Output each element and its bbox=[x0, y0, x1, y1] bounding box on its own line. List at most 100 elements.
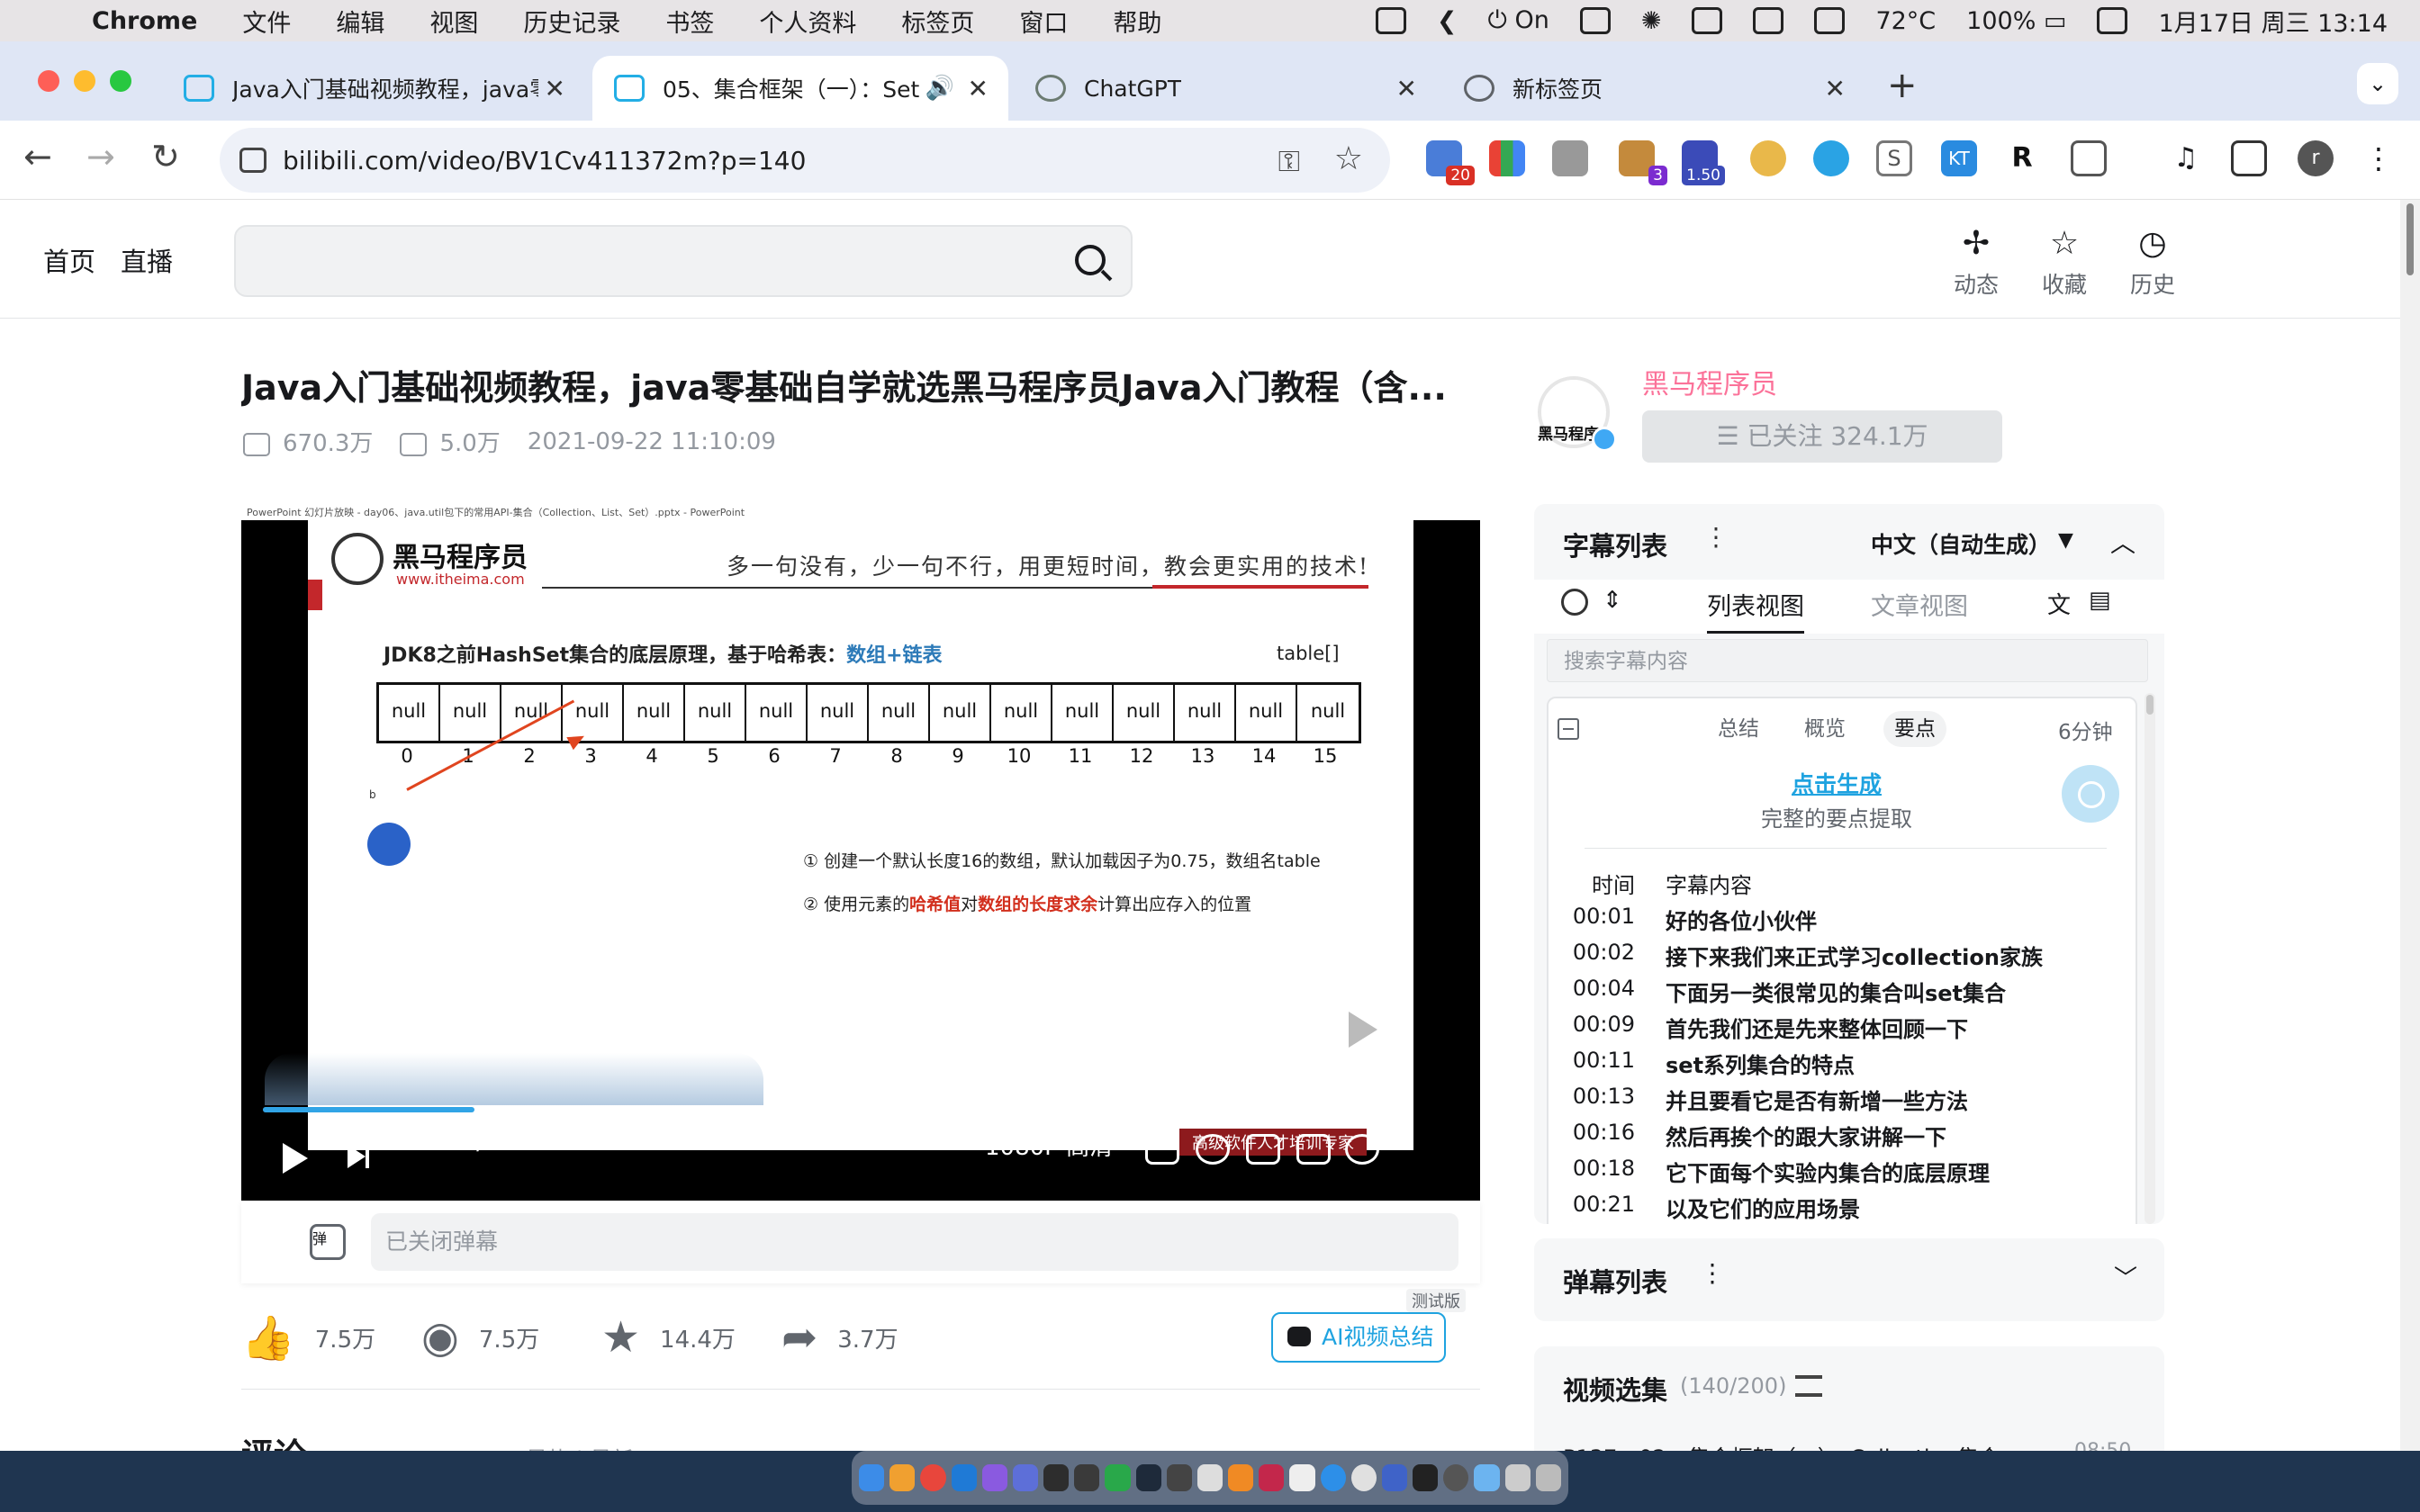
menu-app-name[interactable]: Chrome bbox=[92, 7, 197, 35]
align-icon[interactable]: ⇕ bbox=[1603, 587, 1622, 614]
tab-chatgpt[interactable]: ChatGPT ✕ bbox=[1014, 56, 1437, 121]
clock-icon[interactable] bbox=[1350, 1464, 1377, 1491]
subtitle-row[interactable]: 00:13 并且要看它是否有新增一些方法 bbox=[1549, 1084, 2125, 1115]
chrome-menu-icon[interactable]: ⋮ bbox=[2361, 140, 2397, 176]
translate-icon[interactable]: 文 bbox=[2047, 587, 2071, 620]
video-player[interactable]: PowerPoint 幻灯片放映 - day06、java.util包下的常用A… bbox=[241, 502, 1480, 1201]
collapse-box-icon[interactable] bbox=[1558, 718, 1579, 740]
close-icon[interactable]: ✕ bbox=[1825, 74, 1846, 104]
tab-list-view[interactable]: 列表视图 bbox=[1707, 587, 1804, 634]
header-favorites[interactable]: ☆ 收藏 bbox=[2024, 225, 2105, 300]
settings-gear-icon[interactable] bbox=[1196, 1134, 1230, 1165]
subtitle-row[interactable]: 00:09 首先我们还是先来整体回顾一下 bbox=[1549, 1012, 2125, 1043]
window-minimize-button[interactable] bbox=[74, 70, 95, 92]
launchpad-icon[interactable] bbox=[889, 1464, 916, 1491]
app-icon[interactable] bbox=[1381, 1464, 1408, 1491]
subtitle-row[interactable]: 00:21 以及它们的应用场景 bbox=[1549, 1192, 2125, 1223]
favorite-button[interactable]: ★ 14.4万 bbox=[601, 1312, 736, 1363]
subtitle-row[interactable]: 00:01 好的各位小伙伴 bbox=[1549, 904, 2125, 935]
caret-down-icon[interactable]: ▼ bbox=[2058, 529, 2073, 552]
page-scroll-thumb[interactable] bbox=[2406, 203, 2414, 275]
tab-search-button[interactable]: ⌄ bbox=[2357, 63, 2398, 104]
app-icon[interactable] bbox=[1320, 1464, 1346, 1491]
reload-button[interactable]: ↻ bbox=[151, 137, 180, 176]
widescreen-icon[interactable] bbox=[1246, 1134, 1280, 1165]
segment-points[interactable]: 要点 bbox=[1883, 711, 1946, 747]
telegram-icon[interactable] bbox=[1813, 140, 1849, 176]
download-icon[interactable] bbox=[1552, 140, 1588, 176]
quality-button[interactable]: 1080P 高清 bbox=[985, 1129, 1113, 1162]
control-center-icon[interactable] bbox=[2097, 7, 2128, 34]
list-icon[interactable] bbox=[1795, 1375, 1822, 1397]
app-icon[interactable] bbox=[1228, 1464, 1254, 1491]
folder-icon[interactable] bbox=[1474, 1464, 1500, 1491]
episode-item[interactable]: P137 - 02、集合框架（一）：Collection集合... bbox=[1563, 1440, 2020, 1451]
app-icon[interactable] bbox=[1043, 1464, 1070, 1491]
like-button[interactable]: 👍 7.5万 bbox=[241, 1312, 375, 1364]
chevron-up-icon[interactable]: ︿ bbox=[2110, 524, 2136, 560]
window-zoom-button[interactable] bbox=[110, 70, 131, 92]
bookmark-star-icon[interactable]: ☆ bbox=[1334, 140, 1363, 177]
share-button[interactable]: ➦ 3.7万 bbox=[781, 1312, 898, 1363]
app-icon[interactable] bbox=[1504, 1464, 1531, 1491]
follow-button[interactable]: ☰ 已关注 324.1万 bbox=[1642, 410, 2002, 463]
danmaku-list-panel[interactable]: 弹幕列表 ⋮ ﹀ bbox=[1534, 1238, 2164, 1321]
window-close-button[interactable] bbox=[38, 70, 59, 92]
close-icon[interactable]: ✕ bbox=[968, 74, 989, 104]
locate-icon[interactable] bbox=[1561, 589, 1588, 616]
tab-set-collection[interactable]: 05、集合框架（一）：Set 🔊 ✕ bbox=[592, 56, 1008, 121]
close-icon[interactable]: ✕ bbox=[1396, 74, 1417, 104]
paused-play-icon[interactable] bbox=[1309, 988, 1406, 1071]
app-icon[interactable] bbox=[1443, 1464, 1469, 1491]
more-vertical-icon[interactable]: ⋮ bbox=[1700, 1258, 1725, 1288]
menu-view[interactable]: 视图 bbox=[429, 4, 478, 39]
nav-home[interactable]: 首页 bbox=[43, 241, 95, 279]
ai-summary-button[interactable]: AI视频总结 bbox=[1271, 1312, 1446, 1363]
segment-summary[interactable]: 总结 bbox=[1707, 711, 1770, 747]
volume-icon[interactable] bbox=[1145, 1134, 1179, 1165]
terminal-icon[interactable] bbox=[1166, 1464, 1192, 1491]
uploader-name[interactable]: 黑马程序员 bbox=[1642, 362, 1777, 401]
new-tab-button[interactable]: + bbox=[1887, 65, 1918, 106]
header-history[interactable]: ◷ 历史 bbox=[2112, 225, 2193, 300]
extension-color-icon[interactable] bbox=[1489, 140, 1525, 176]
trash-icon[interactable] bbox=[1535, 1464, 1561, 1491]
tab-article-view[interactable]: 文章视图 bbox=[1871, 587, 1968, 631]
extension-r-icon[interactable]: R bbox=[2004, 140, 2040, 176]
sort-new[interactable]: 最新 bbox=[590, 1447, 633, 1451]
tab-java-course[interactable]: Java入门基础视频教程，java零 ✕ bbox=[162, 56, 585, 121]
extensions-puzzle-icon[interactable] bbox=[2071, 140, 2107, 176]
danmaku-toggle-icon[interactable]: 弹 bbox=[310, 1224, 346, 1260]
app-icon[interactable] bbox=[1259, 1464, 1285, 1491]
site-info-icon[interactable] bbox=[239, 148, 266, 173]
monitor-icon[interactable] bbox=[1692, 7, 1723, 34]
media-control-icon[interactable]: ♫ bbox=[2168, 140, 2204, 176]
segment-overview[interactable]: 概览 bbox=[1793, 711, 1856, 747]
cpu-temp[interactable]: 72°C bbox=[1875, 7, 1936, 35]
menu-tab[interactable]: 标签页 bbox=[901, 4, 974, 39]
side-panel-icon[interactable] bbox=[2231, 140, 2267, 176]
extension-cookie-icon[interactable]: 3 bbox=[1619, 140, 1667, 185]
battery-status[interactable]: 100% ▭ bbox=[1966, 7, 2066, 35]
app-icon[interactable] bbox=[1413, 1464, 1439, 1491]
forward-button[interactable]: → bbox=[86, 137, 115, 176]
tab-new-tab[interactable]: 新标签页 ✕ bbox=[1442, 56, 1865, 121]
app-icon[interactable] bbox=[981, 1464, 1007, 1491]
app-icon[interactable] bbox=[1012, 1464, 1039, 1491]
sort-hot[interactable]: 最热 bbox=[526, 1447, 569, 1451]
finder-icon[interactable] bbox=[859, 1464, 885, 1491]
subtitle-row[interactable]: 00:16 然后再挨个的跟大家讲解一下 bbox=[1549, 1120, 2125, 1151]
subtitle-row[interactable]: 00:02 接下来我们来正式学习collection家族 bbox=[1549, 940, 2125, 971]
key-icon[interactable]: ⚿ bbox=[1278, 144, 1300, 179]
app-icon[interactable] bbox=[1196, 1464, 1224, 1491]
app-icon[interactable] bbox=[1105, 1464, 1131, 1491]
coin-button[interactable]: ◉ 7.5万 bbox=[421, 1312, 539, 1363]
clipboard-icon[interactable]: ▤ bbox=[2089, 587, 2111, 614]
power-icon[interactable]: ⏻ On bbox=[1488, 6, 1549, 35]
web-fullscreen-icon[interactable] bbox=[1345, 1134, 1379, 1165]
next-episode-icon[interactable] bbox=[348, 1145, 369, 1168]
profile-avatar[interactable]: r bbox=[2298, 140, 2334, 176]
extension-speed-icon[interactable]: 1.50 bbox=[1682, 140, 1725, 185]
menu-edit[interactable]: 编辑 bbox=[336, 4, 384, 39]
subtitle-language-select[interactable]: 中文（自动生成） bbox=[1871, 527, 2051, 560]
